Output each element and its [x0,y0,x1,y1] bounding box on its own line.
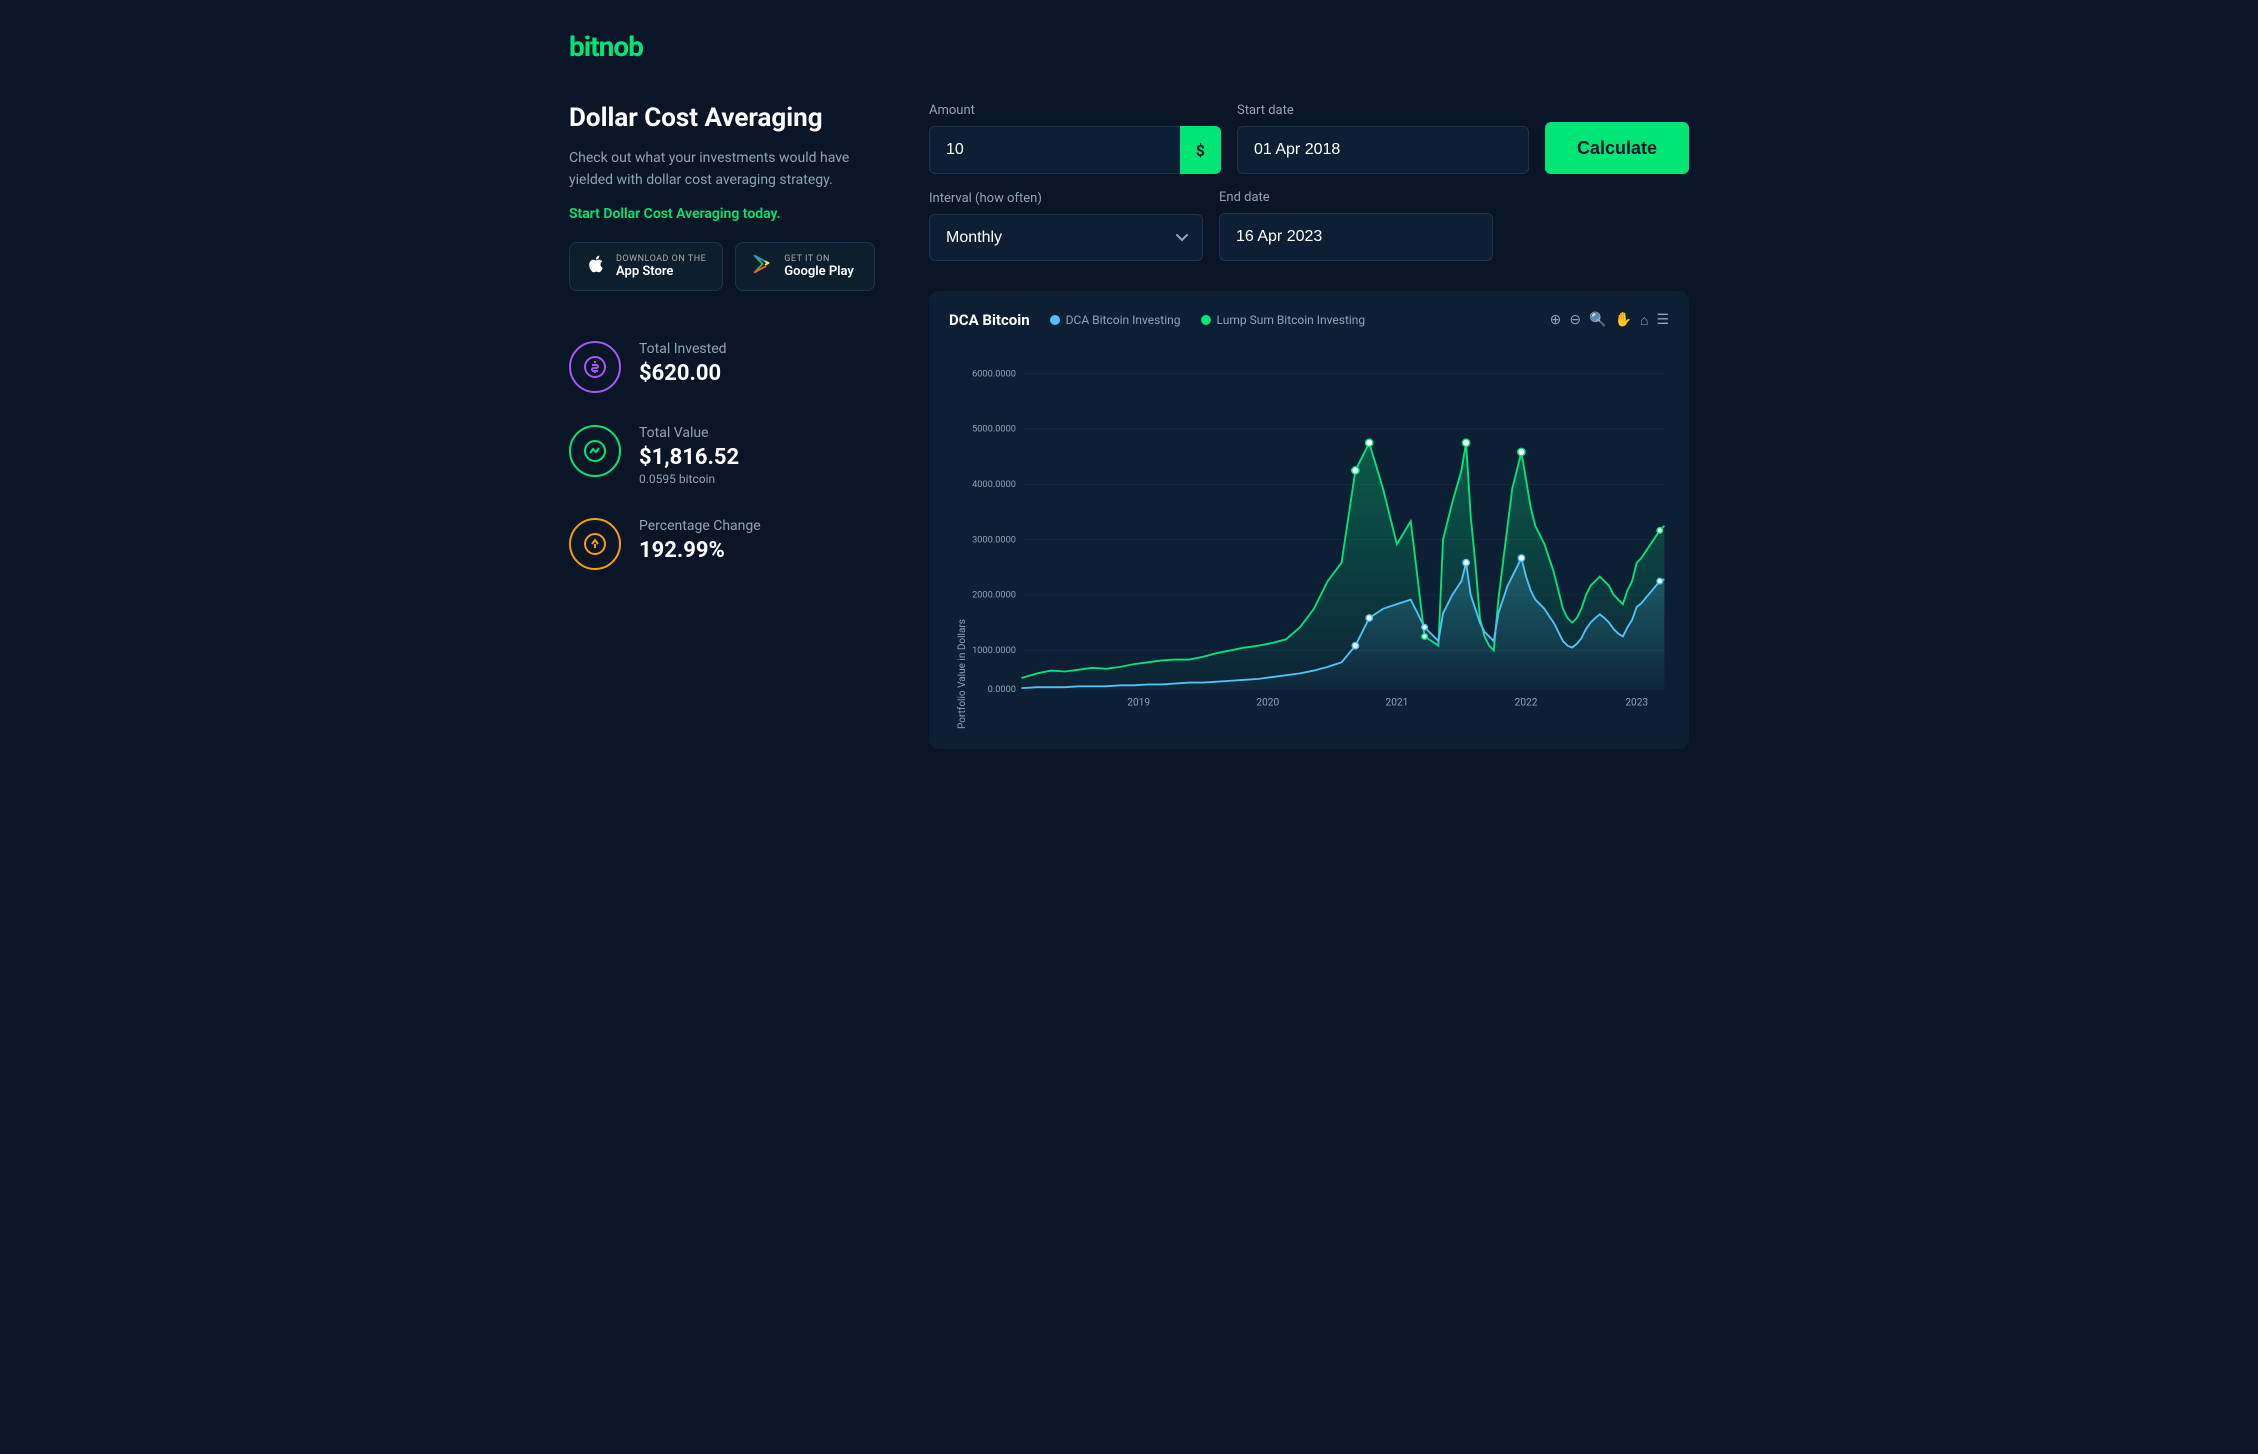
chart-container: DCA Bitcoin DCA Bitcoin Investing Lump S… [929,291,1689,749]
metrics: Total Invested $620.00 Total Value $1,81… [569,341,889,570]
page-title: Dollar Cost Averaging [569,103,889,133]
app-store-text: Download on the App Store [616,254,706,279]
legend-lump: Lump Sum Bitcoin Investing [1201,313,1366,327]
svg-text:0.0000: 0.0000 [988,684,1016,695]
controls-section: Amount $ Start date Calculate [929,103,1689,261]
svg-text:2019: 2019 [1127,698,1150,709]
percentage-change-value: 192.99% [639,538,761,563]
metric-total-invested: Total Invested $620.00 [569,341,889,393]
total-value-label: Total Value [639,425,739,441]
menu-icon[interactable]: ☰ [1656,312,1669,328]
google-play-text: GET IT ON Google Play [784,254,854,279]
amount-input[interactable] [929,126,1221,174]
end-date-group: End date [1219,190,1493,261]
end-date-label: End date [1219,190,1493,205]
total-value-value: $1,816.52 [639,445,739,470]
cta-link[interactable]: Start Dollar Cost Averaging today. [569,206,889,222]
total-value-icon [569,425,621,477]
start-date-input[interactable] [1237,126,1529,174]
chart-header: DCA Bitcoin DCA Bitcoin Investing Lump S… [949,311,1669,329]
chart-title: DCA Bitcoin [949,311,1030,329]
total-invested-label: Total Invested [639,341,727,357]
end-date-input[interactable] [1219,213,1493,261]
form-bottom-row: Interval (how often) Daily Monthly Weekl… [929,190,1689,261]
total-value-content: Total Value $1,816.52 0.0595 bitcoin [639,425,739,486]
store-buttons: Download on the App Store GE [569,242,889,291]
chart-body: Portfolio Value in Dollars [949,345,1669,729]
chart-toolbar: ⊕ ⊖ 🔍 ✋ ⌂ ☰ [1550,312,1669,329]
google-play-button[interactable]: GET IT ON Google Play [735,242,875,291]
start-date-group: Start date [1237,103,1529,174]
chart-svg-container: 6000.0000 5000.0000 4000.0000 3000.0000 … [968,345,1669,729]
total-value-sub: 0.0595 bitcoin [639,472,739,486]
amount-suffix: $ [1180,126,1221,174]
percentage-change-icon [569,518,621,570]
logo: bitnob [569,30,1689,63]
start-date-label: Start date [1237,103,1529,118]
amount-group: Amount $ [929,103,1221,174]
chart-legend: DCA Bitcoin Investing Lump Sum Bitcoin I… [1050,313,1366,327]
percentage-change-label: Percentage Change [639,518,761,534]
legend-dca-dot [1050,315,1060,325]
page-description: Check out what your investments would ha… [569,147,889,192]
svg-text:2020: 2020 [1256,698,1279,709]
apple-icon [586,254,606,279]
legend-lump-dot [1201,315,1211,325]
google-play-icon [752,253,774,280]
svg-text:6000.0000: 6000.0000 [972,368,1016,379]
interval-label: Interval (how often) [929,191,1203,206]
legend-dca: DCA Bitcoin Investing [1050,313,1181,327]
metric-total-value: Total Value $1,816.52 0.0595 bitcoin [569,425,889,486]
zoom-out-icon[interactable]: ⊖ [1569,312,1581,328]
svg-text:4000.0000: 4000.0000 [972,479,1016,490]
svg-text:1000.0000: 1000.0000 [972,645,1016,656]
logo-text: bitnob [569,30,643,63]
chart-svg: 6000.0000 5000.0000 4000.0000 3000.0000 … [968,345,1669,725]
metric-percentage-change: Percentage Change 192.99% [569,518,889,570]
total-invested-value: $620.00 [639,361,727,386]
legend-dca-label: DCA Bitcoin Investing [1066,313,1181,327]
pan-icon[interactable]: ✋ [1615,312,1632,328]
magnify-icon[interactable]: 🔍 [1589,312,1606,328]
svg-text:2023: 2023 [1625,698,1648,709]
legend-lump-label: Lump Sum Bitcoin Investing [1217,313,1366,327]
svg-text:5000.0000: 5000.0000 [972,424,1016,435]
y-axis-label: Portfolio Value in Dollars [949,345,968,729]
svg-text:3000.0000: 3000.0000 [972,534,1016,545]
app-store-button[interactable]: Download on the App Store [569,242,723,291]
amount-label: Amount [929,103,1221,118]
svg-text:2022: 2022 [1515,698,1538,709]
calculate-button[interactable]: Calculate [1545,122,1689,174]
home-icon[interactable]: ⌂ [1640,312,1648,329]
amount-input-wrapper: $ [929,126,1221,174]
percentage-change-content: Percentage Change 192.99% [639,518,761,563]
interval-group: Interval (how often) Daily Monthly Weekl… [929,191,1203,261]
right-panel: Amount $ Start date Calculate [929,103,1689,749]
svg-text:2021: 2021 [1386,698,1409,709]
total-invested-icon [569,341,621,393]
interval-select[interactable]: Daily Monthly Weekly Yearly [929,214,1203,261]
svg-text:2000.0000: 2000.0000 [972,590,1016,601]
total-invested-content: Total Invested $620.00 [639,341,727,386]
left-panel: Dollar Cost Averaging Check out what you… [569,103,889,570]
zoom-in-icon[interactable]: ⊕ [1550,312,1562,328]
form-top-row: Amount $ Start date Calculate [929,103,1689,174]
